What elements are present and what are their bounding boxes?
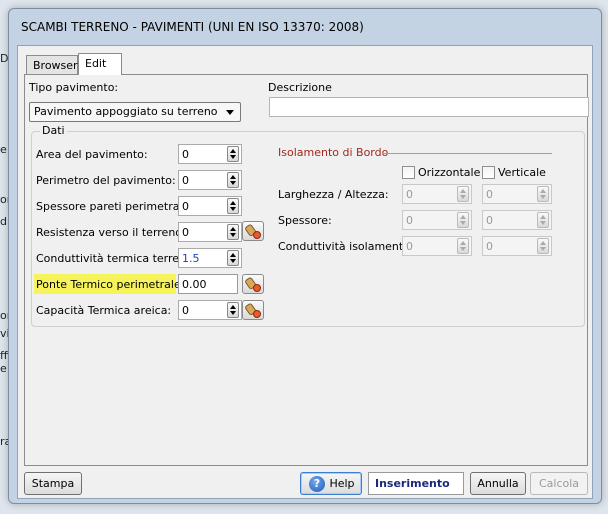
area-spinner[interactable]: 0 [178,144,242,164]
tab-page-edit: Tipo pavimento: Pavimento appoggiato su … [24,74,589,466]
calculator-tool-icon [245,303,261,318]
conduttivita-orizz-value: 0 [406,240,413,253]
help-button[interactable]: ? Help [300,472,362,495]
verticale-label: Verticale [498,166,546,179]
spessore-pareti-value: 0 [182,200,189,213]
resistenza-value: 0 [182,226,189,239]
resistenza-label: Resistenza verso il terreno: [36,226,186,239]
larghezza-vert-spinner[interactable]: 0 [482,184,552,204]
annulla-button[interactable]: Annulla [470,472,526,495]
isolamento-title: Isolamento di Bordo [278,146,389,159]
larghezza-label: Larghezza / Altezza: [278,188,389,201]
status-indicator: Inserimento [368,472,464,495]
spessore-vert-spinner[interactable]: 0 [482,210,552,230]
perimetro-label: Perimetro del pavimento: [36,174,176,187]
spinner-arrows-icon[interactable] [457,238,469,254]
tipo-pavimento-value: Pavimento appoggiato su terreno [34,105,218,118]
conduttivita-terreno-label: Conduttività termica terreno: [36,252,197,265]
spessore-isolamento-label: Spessore: [278,214,332,227]
larghezza-orizz-value: 0 [406,188,413,201]
tipo-pavimento-select[interactable]: Pavimento appoggiato su terreno [29,102,241,122]
orizzontale-label: Orizzontale [418,166,481,179]
verticale-checkbox[interactable] [482,166,495,179]
resistenza-spinner[interactable]: 0 [178,222,242,242]
help-icon: ? [309,476,325,492]
conduttivita-terreno-value: 1.5 [182,252,200,265]
spinner-arrows-icon[interactable] [227,172,239,188]
conduttivita-isolamento-label: Conduttività isolamento: [278,240,414,253]
spessore-vert-value: 0 [486,214,493,227]
conduttivita-terreno-spinner[interactable]: 1.5 [178,248,242,268]
conduttivita-orizz-spinner[interactable]: 0 [402,236,472,256]
perimetro-spinner[interactable]: 0 [178,170,242,190]
stampa-button[interactable]: Stampa [24,472,82,495]
capacita-spinner[interactable]: 0 [178,300,242,320]
spinner-arrows-icon[interactable] [537,186,549,202]
background-fragment: e [0,362,7,375]
dati-group-title: Dati [40,124,67,137]
tab-browser[interactable]: Browser [26,55,78,74]
perimetro-value: 0 [182,174,189,187]
dialog-client-area: Browser Edit Tipo pavimento: Pavimento a… [17,45,593,499]
capacita-value: 0 [182,304,189,317]
capacita-calc-button[interactable] [242,300,264,320]
spessore-orizz-spinner[interactable]: 0 [402,210,472,230]
dialog-window: SCAMBI TERRENO - PAVIMENTI (UNI EN ISO 1… [8,8,602,504]
capacita-label: Capacità Termica areica: [36,304,172,317]
ponte-termico-calc-button[interactable] [242,274,264,294]
spinner-arrows-icon[interactable] [537,212,549,228]
spinner-arrows-icon[interactable] [227,302,239,318]
area-value: 0 [182,148,189,161]
spinner-arrows-icon[interactable] [457,212,469,228]
spinner-arrows-icon[interactable] [537,238,549,254]
help-button-label: Help [329,477,355,490]
orizzontale-checkbox[interactable] [402,166,415,179]
chevron-down-icon [226,110,234,115]
ponte-termico-value: 0.00 [182,278,207,291]
conduttivita-vert-spinner[interactable]: 0 [482,236,552,256]
conduttivita-vert-value: 0 [486,240,493,253]
dati-group: Dati Area del pavimento: 0 Perimetro del… [31,124,585,327]
larghezza-vert-value: 0 [486,188,493,201]
tab-edit[interactable]: Edit [78,53,122,75]
spessore-pareti-label: Spessore pareti perimetrali: [36,200,190,213]
calcola-button[interactable]: Calcola [530,472,588,495]
resistenza-calc-button[interactable] [242,221,264,241]
ponte-termico-input[interactable]: 0.00 [178,274,238,294]
spinner-arrows-icon[interactable] [227,198,239,214]
descrizione-label: Descrizione [268,81,332,94]
descrizione-input[interactable] [269,97,589,117]
spessore-orizz-value: 0 [406,214,413,227]
spessore-pareti-spinner[interactable]: 0 [178,196,242,216]
tipo-pavimento-label: Tipo pavimento: [29,81,119,94]
area-label: Area del pavimento: [36,148,148,161]
isolamento-separator [382,153,552,154]
larghezza-orizz-spinner[interactable]: 0 [402,184,472,204]
spinner-arrows-icon[interactable] [227,146,239,162]
calculator-tool-icon [245,224,261,239]
calculator-tool-icon [245,277,261,292]
window-title: SCAMBI TERRENO - PAVIMENTI (UNI EN ISO 1… [21,20,364,34]
ponte-termico-label: Ponte Termico perimetrale: [36,278,185,291]
spinner-arrows-icon[interactable] [457,186,469,202]
spinner-arrows-icon[interactable] [227,250,239,266]
spinner-arrows-icon[interactable] [227,224,239,240]
